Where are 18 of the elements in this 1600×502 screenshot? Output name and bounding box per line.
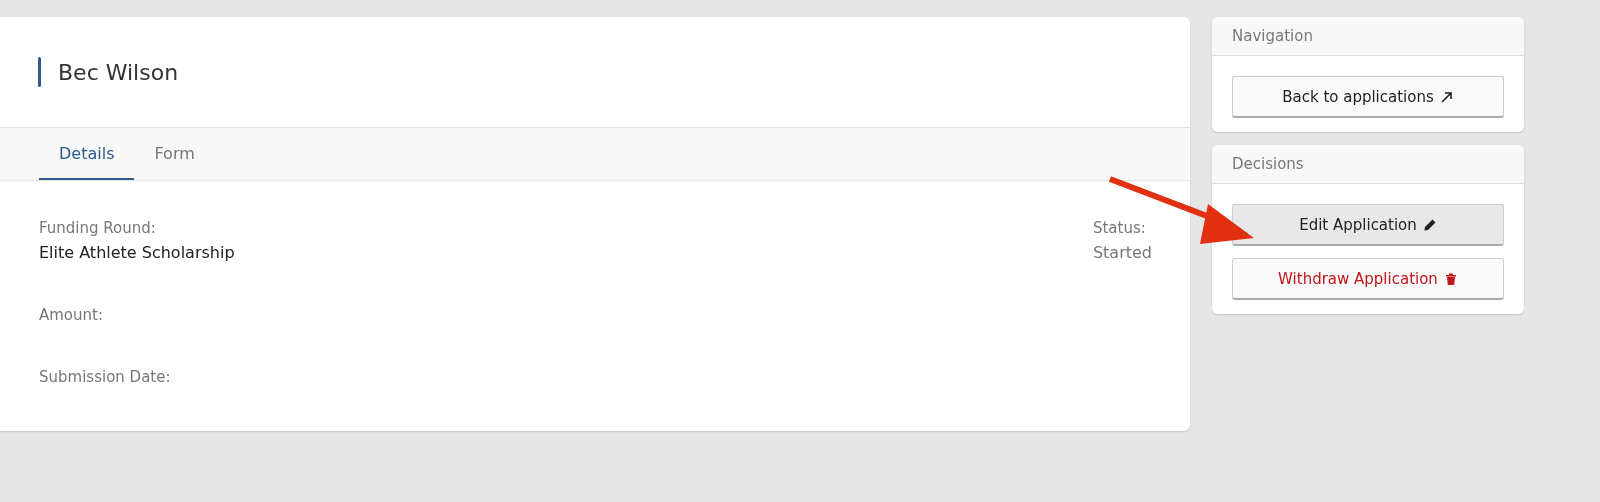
applicant-name: Bec Wilson [58,59,179,85]
action-button[interactable]: Withdraw Application [1232,258,1504,300]
action-button[interactable]: Back to applications [1232,76,1504,118]
field-value: Elite Athlete Scholarship [39,243,235,262]
panel-title: Navigation [1212,17,1524,56]
tab[interactable]: Details [39,128,135,180]
action-button[interactable]: Edit Application [1232,204,1504,246]
field-label: Funding Round: [39,219,157,237]
trash-icon [1443,271,1458,286]
field-label: Amount: [39,306,104,324]
field-label: Submission Date: [39,368,172,386]
status-label: Status: [1092,219,1147,237]
pencil-icon [1422,217,1437,232]
panel-title: Decisions [1212,145,1524,184]
tab[interactable]: Form [134,128,215,180]
title-accent-bar [38,57,41,87]
status-value: Started [1092,243,1152,262]
arrow-icon [1439,89,1454,104]
